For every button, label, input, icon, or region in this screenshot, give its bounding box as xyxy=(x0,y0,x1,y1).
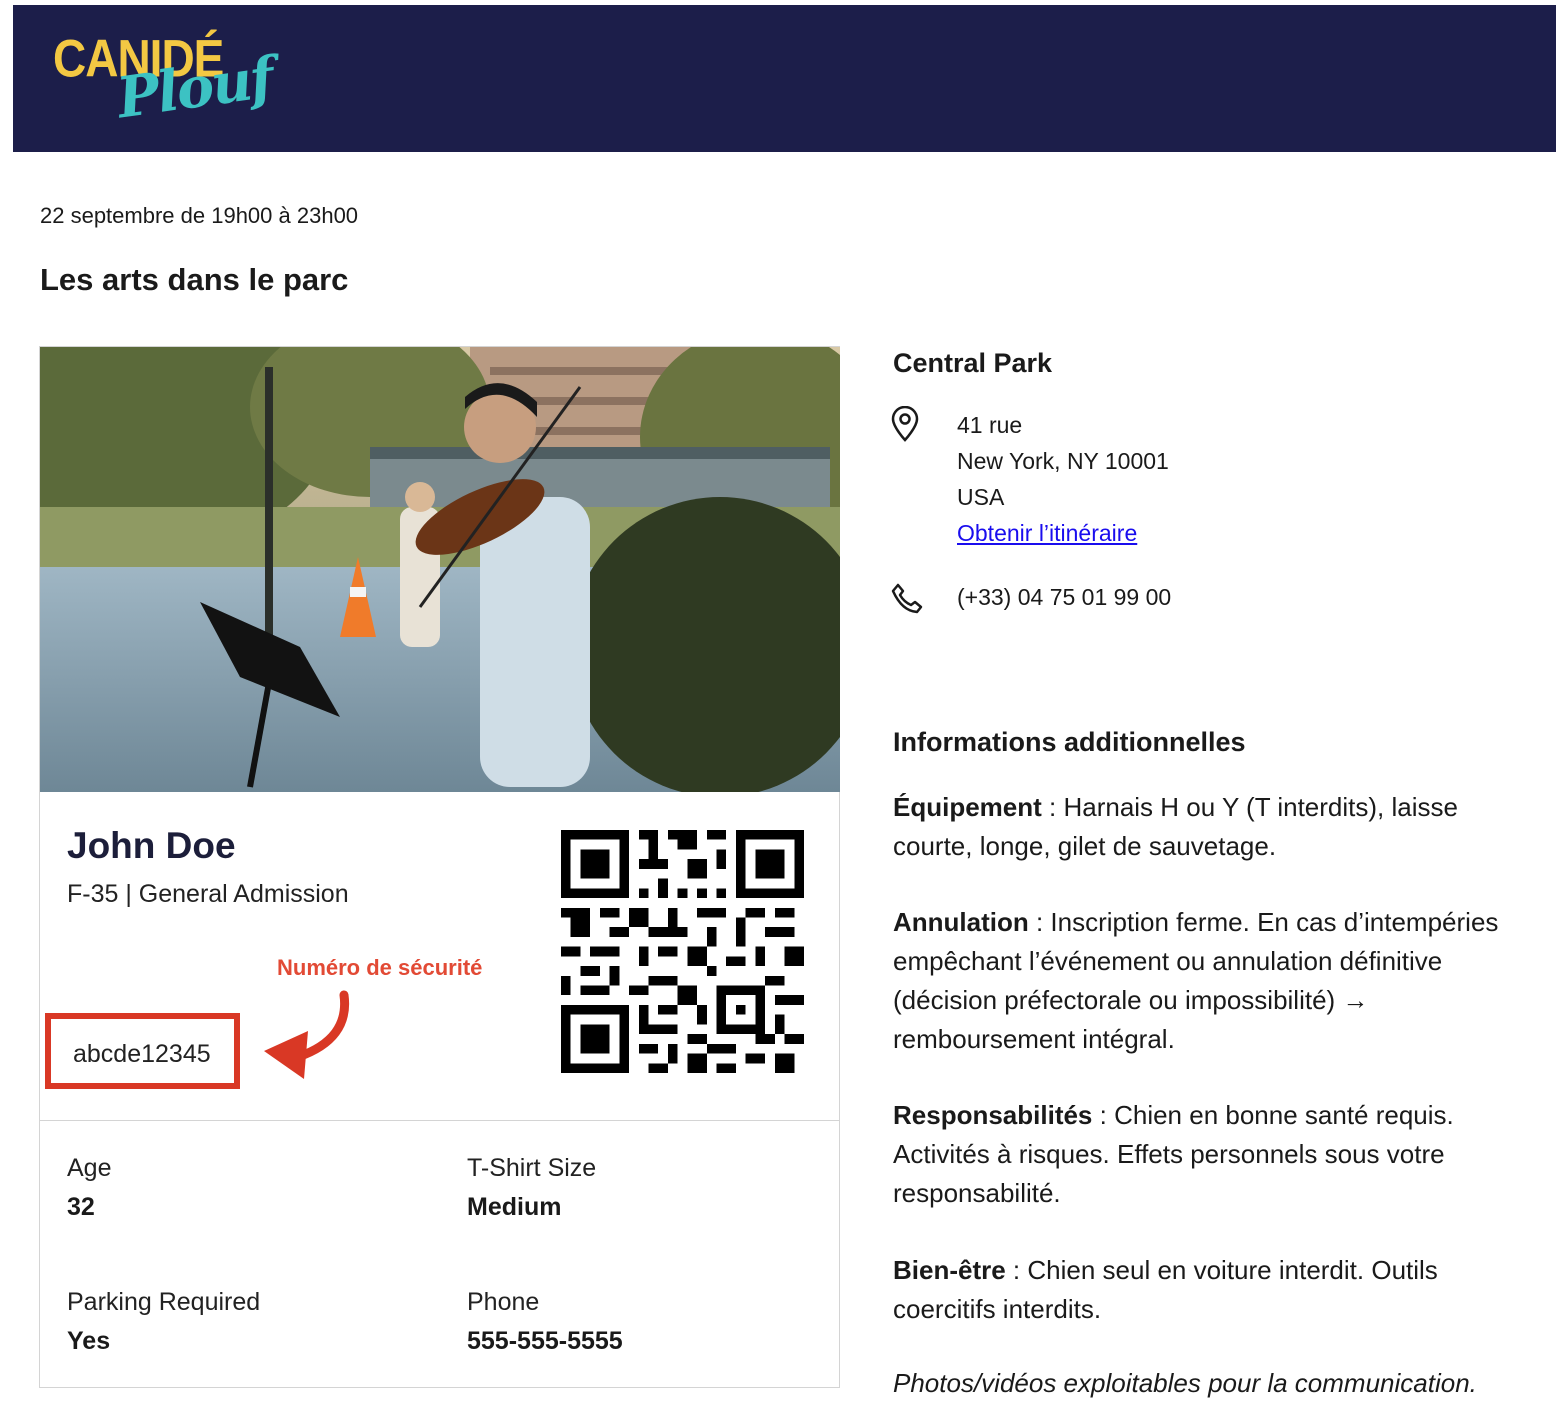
info-term: Annulation xyxy=(893,907,1029,937)
event-date: 22 septembre de 19h00 à 23h00 xyxy=(40,203,359,228)
field-value-age: 32 xyxy=(67,1193,95,1221)
header-bar: CANIDÉ Plouf xyxy=(13,5,1556,152)
field-label-tshirt: T-Shirt Size xyxy=(467,1154,597,1182)
field-label-parking: Parking Required xyxy=(67,1288,261,1316)
info-media-note: Photos/vidéos exploitables pour la commu… xyxy=(893,1368,1477,1398)
info-cancellation: Annulation : Inscription ferme. En cas d… xyxy=(893,903,1533,1059)
additional-info-title: Informations additionnelles xyxy=(893,727,1246,757)
info-responsibilities: Responsabilités : Chien en bonne santé r… xyxy=(893,1096,1533,1213)
qr-code-icon[interactable] xyxy=(561,830,804,1073)
security-number-label: Numéro de sécurité xyxy=(277,955,483,980)
info-term: Responsabilités xyxy=(893,1100,1093,1130)
venue-phone[interactable]: (+33) 04 75 01 99 00 xyxy=(957,584,1171,611)
security-code-box: abcde12345 xyxy=(45,1013,240,1089)
info-term: Équipement xyxy=(893,792,1042,822)
field-label-phone: Phone xyxy=(467,1288,540,1316)
venue-address-line-3: USA xyxy=(957,484,1005,510)
attendee-seat: F-35 | General Admission xyxy=(67,880,349,908)
field-label-age: Age xyxy=(67,1154,112,1182)
event-photo xyxy=(40,347,840,792)
phone-icon xyxy=(891,583,923,614)
info-wellbeing: Bien-être : Chien seul en voiture interd… xyxy=(893,1251,1533,1329)
security-code: abcde12345 xyxy=(73,1040,211,1068)
venue-address-line-2: New York, NY 10001 xyxy=(957,448,1169,474)
location-pin-icon xyxy=(891,406,919,442)
field-value-phone: 555-555-5555 xyxy=(467,1327,623,1355)
curved-arrow-icon xyxy=(264,990,350,1079)
info-term: Bien-être xyxy=(893,1255,1006,1285)
attendee-name: John Doe xyxy=(67,825,236,866)
field-value-tshirt: Medium xyxy=(467,1193,562,1221)
get-directions-link[interactable]: Obtenir l’itinéraire xyxy=(957,520,1137,547)
brand-logo[interactable]: CANIDÉ Plouf xyxy=(53,27,283,137)
field-value-parking: Yes xyxy=(67,1327,111,1355)
info-equipment: Équipement : Harnais H ou Y (T interdits… xyxy=(893,788,1533,866)
venue-name: Central Park xyxy=(893,348,1053,378)
event-title: Les arts dans le parc xyxy=(40,262,349,297)
ticket-divider xyxy=(40,1120,840,1121)
venue-address-line-1: 41 rue xyxy=(957,412,1023,438)
ticket-card: John Doe F-35 | General Admission Numéro… xyxy=(39,346,840,1388)
